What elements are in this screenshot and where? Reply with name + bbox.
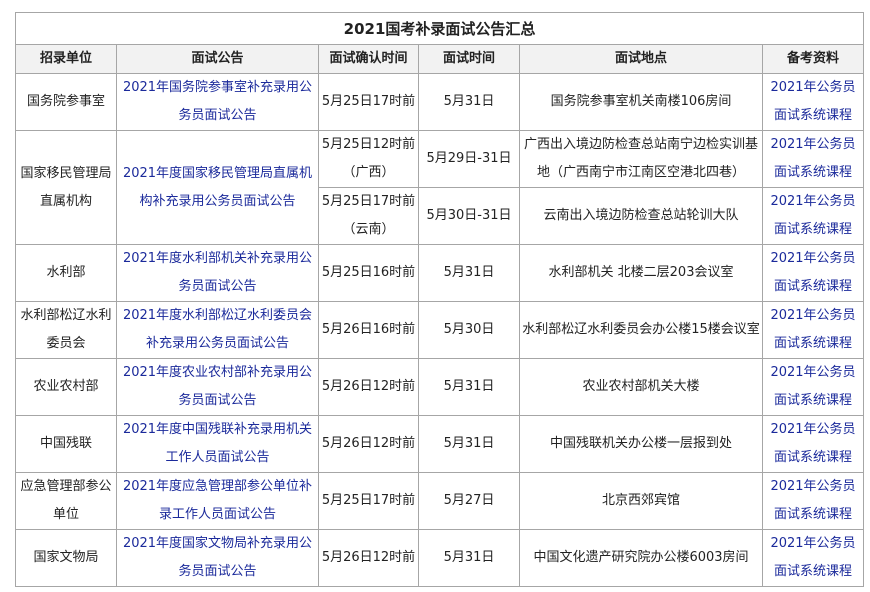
notice-link[interactable]: 2021年国务院参事室补充录用公务员面试公告 bbox=[116, 73, 319, 131]
cell-place: 中国文化遗产研究院办公楼6003房间 bbox=[519, 529, 763, 587]
cell-date: 5月27日 bbox=[418, 472, 520, 530]
cell-place: 广西出入境边防检查总站南宁边检实训基地（广西南宁市江南区空港北四巷） bbox=[519, 130, 763, 188]
table-title: 2021国考补录面试公告汇总 bbox=[14, 12, 865, 45]
cell-date: 5月31日 bbox=[418, 73, 520, 131]
cell-confirm: 5月26日12时前 bbox=[318, 415, 419, 473]
course-link[interactable]: 2021年公务员面试系统课程 bbox=[761, 415, 865, 473]
cell-confirm: 5月25日17时前 bbox=[318, 472, 419, 530]
header-confirm-time: 面试确认时间 bbox=[318, 44, 419, 74]
header-notice: 面试公告 bbox=[116, 44, 319, 74]
cell-unit: 水利部松辽水利委员会 bbox=[15, 301, 117, 359]
notice-link[interactable]: 2021年度农业农村部补充录用公务员面试公告 bbox=[116, 358, 319, 416]
cell-place: 水利部松辽水利委员会办公楼15楼会议室 bbox=[519, 301, 763, 359]
cell-date: 5月30日 bbox=[418, 301, 520, 359]
cell-confirm: 5月26日12时前 bbox=[318, 358, 419, 416]
cell-date: 5月31日 bbox=[418, 358, 520, 416]
cell-confirm: 5月25日16时前 bbox=[318, 244, 419, 302]
notice-link[interactable]: 2021年度水利部机关补充录用公务员面试公告 bbox=[116, 244, 319, 302]
cell-unit: 水利部 bbox=[15, 244, 117, 302]
notice-table-wrapper: 2021国考补录面试公告汇总 招录单位 面试公告 面试确认时间 面试时间 面试地… bbox=[14, 12, 865, 587]
header-materials: 备考资料 bbox=[761, 44, 865, 74]
course-link[interactable]: 2021年公务员面试系统课程 bbox=[761, 130, 865, 188]
course-link[interactable]: 2021年公务员面试系统课程 bbox=[761, 244, 865, 302]
cell-place: 农业农村部机关大楼 bbox=[519, 358, 763, 416]
header-interview-time: 面试时间 bbox=[418, 44, 520, 74]
cell-unit: 应急管理部参公单位 bbox=[15, 472, 117, 530]
table-row: 国务院参事室 2021年国务院参事室补充录用公务员面试公告 5月25日17时前 … bbox=[15, 73, 865, 131]
header-unit: 招录单位 bbox=[15, 44, 117, 74]
header-interview-place: 面试地点 bbox=[519, 44, 763, 74]
cell-date: 5月30日-31日 bbox=[418, 187, 520, 245]
table-row: 水利部松辽水利委员会 2021年度水利部松辽水利委员会补充录用公务员面试公告 5… bbox=[15, 301, 865, 359]
cell-confirm: 5月25日17时前（云南） bbox=[318, 187, 419, 245]
course-link[interactable]: 2021年公务员面试系统课程 bbox=[761, 472, 865, 530]
notice-link[interactable]: 2021年度国家文物局补充录用公务员面试公告 bbox=[116, 529, 319, 587]
cell-confirm: 5月26日16时前 bbox=[318, 301, 419, 359]
table-row: 农业农村部 2021年度农业农村部补充录用公务员面试公告 5月26日12时前 5… bbox=[15, 358, 865, 416]
cell-unit: 国家文物局 bbox=[15, 529, 117, 587]
cell-unit: 农业农村部 bbox=[15, 358, 117, 416]
notice-link[interactable]: 2021年度应急管理部参公单位补录工作人员面试公告 bbox=[116, 472, 319, 530]
cell-place: 中国残联机关办公楼一层报到处 bbox=[519, 415, 763, 473]
cell-place: 北京西郊宾馆 bbox=[519, 472, 763, 530]
cell-place: 云南出入境边防检查总站轮训大队 bbox=[519, 187, 763, 245]
course-link[interactable]: 2021年公务员面试系统课程 bbox=[761, 73, 865, 131]
table-row: 国家文物局 2021年度国家文物局补充录用公务员面试公告 5月26日12时前 5… bbox=[15, 529, 865, 587]
table-row: 水利部 2021年度水利部机关补充录用公务员面试公告 5月25日16时前 5月3… bbox=[15, 244, 865, 302]
notice-link[interactable]: 2021年度国家移民管理局直属机构补充录用公务员面试公告 bbox=[116, 130, 319, 245]
cell-confirm: 5月26日12时前 bbox=[318, 529, 419, 587]
table-row: 应急管理部参公单位 2021年度应急管理部参公单位补录工作人员面试公告 5月25… bbox=[15, 472, 865, 530]
cell-unit: 国家移民管理局直属机构 bbox=[15, 130, 117, 245]
course-link[interactable]: 2021年公务员面试系统课程 bbox=[761, 301, 865, 359]
cell-confirm: 5月25日12时前（广西） bbox=[318, 130, 419, 188]
cell-place: 国务院参事室机关南楼106房间 bbox=[519, 73, 763, 131]
table-row: 国家移民管理局直属机构 2021年度国家移民管理局直属机构补充录用公务员面试公告… bbox=[15, 130, 865, 245]
cell-confirm: 5月25日17时前 bbox=[318, 73, 419, 131]
cell-place: 水利部机关 北楼二层203会议室 bbox=[519, 244, 763, 302]
course-link[interactable]: 2021年公务员面试系统课程 bbox=[761, 529, 865, 587]
cell-date: 5月31日 bbox=[418, 529, 520, 587]
course-link[interactable]: 2021年公务员面试系统课程 bbox=[761, 187, 865, 245]
cell-unit: 中国残联 bbox=[15, 415, 117, 473]
notice-link[interactable]: 2021年度中国残联补充录用机关工作人员面试公告 bbox=[116, 415, 319, 473]
cell-date: 5月31日 bbox=[418, 415, 520, 473]
cell-date: 5月31日 bbox=[418, 244, 520, 302]
notice-link[interactable]: 2021年度水利部松辽水利委员会补充录用公务员面试公告 bbox=[116, 301, 319, 359]
table-row: 中国残联 2021年度中国残联补充录用机关工作人员面试公告 5月26日12时前 … bbox=[15, 415, 865, 473]
course-link[interactable]: 2021年公务员面试系统课程 bbox=[761, 358, 865, 416]
cell-date: 5月29日-31日 bbox=[418, 130, 520, 188]
cell-unit: 国务院参事室 bbox=[15, 73, 117, 131]
notice-table: 2021国考补录面试公告汇总 招录单位 面试公告 面试确认时间 面试时间 面试地… bbox=[14, 12, 865, 587]
